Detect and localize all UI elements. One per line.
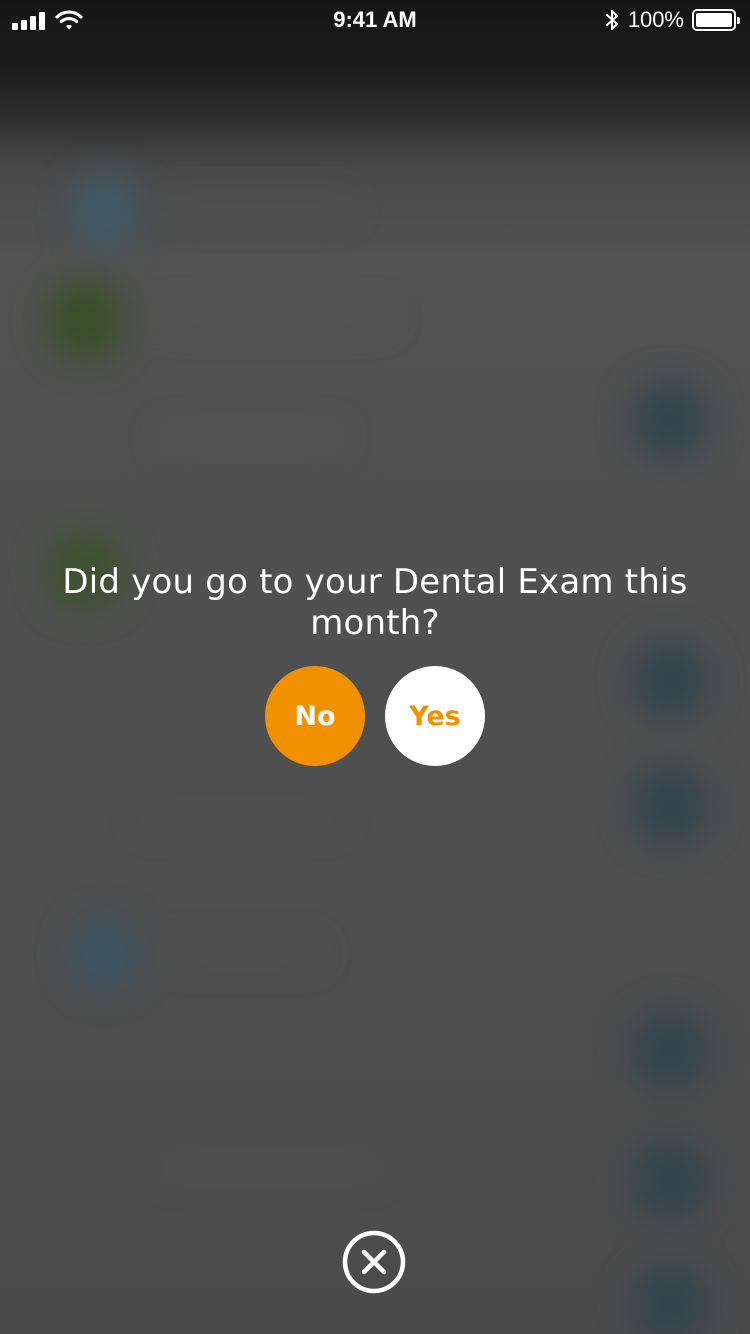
- background-text-line: [160, 310, 390, 326]
- bluetooth-icon: [605, 10, 618, 30]
- close-circle-icon: [342, 1230, 406, 1294]
- background-avatar: [630, 1010, 710, 1090]
- background-text-line: [170, 200, 350, 216]
- status-bar-right: 100%: [604, 7, 740, 33]
- background-avatar: [630, 765, 710, 845]
- battery-percent: 100%: [627, 7, 684, 32]
- background-text-line: [160, 430, 340, 446]
- background-text-line: [160, 1160, 380, 1176]
- answer-buttons: No Yes: [0, 666, 750, 766]
- app-screen: 9:41 AM 100% Did you go to your Dental E…: [0, 0, 750, 1334]
- background-avatar: [45, 280, 125, 360]
- background-avatar: [630, 1140, 710, 1220]
- background-avatar: [630, 1265, 710, 1334]
- background-avatar: [70, 920, 140, 990]
- yes-button[interactable]: Yes: [385, 666, 485, 766]
- background-avatar: [630, 380, 710, 460]
- battery-icon: [692, 9, 740, 31]
- close-button[interactable]: [342, 1230, 406, 1294]
- question-text: Did you go to your Dental Exam this mont…: [62, 562, 688, 643]
- no-button[interactable]: No: [265, 666, 365, 766]
- background-avatar: [70, 175, 140, 245]
- background-text-line: [170, 945, 320, 961]
- background-text-line: [140, 810, 340, 826]
- battery-fill: [696, 13, 732, 27]
- status-bar: 9:41 AM 100%: [0, 0, 750, 40]
